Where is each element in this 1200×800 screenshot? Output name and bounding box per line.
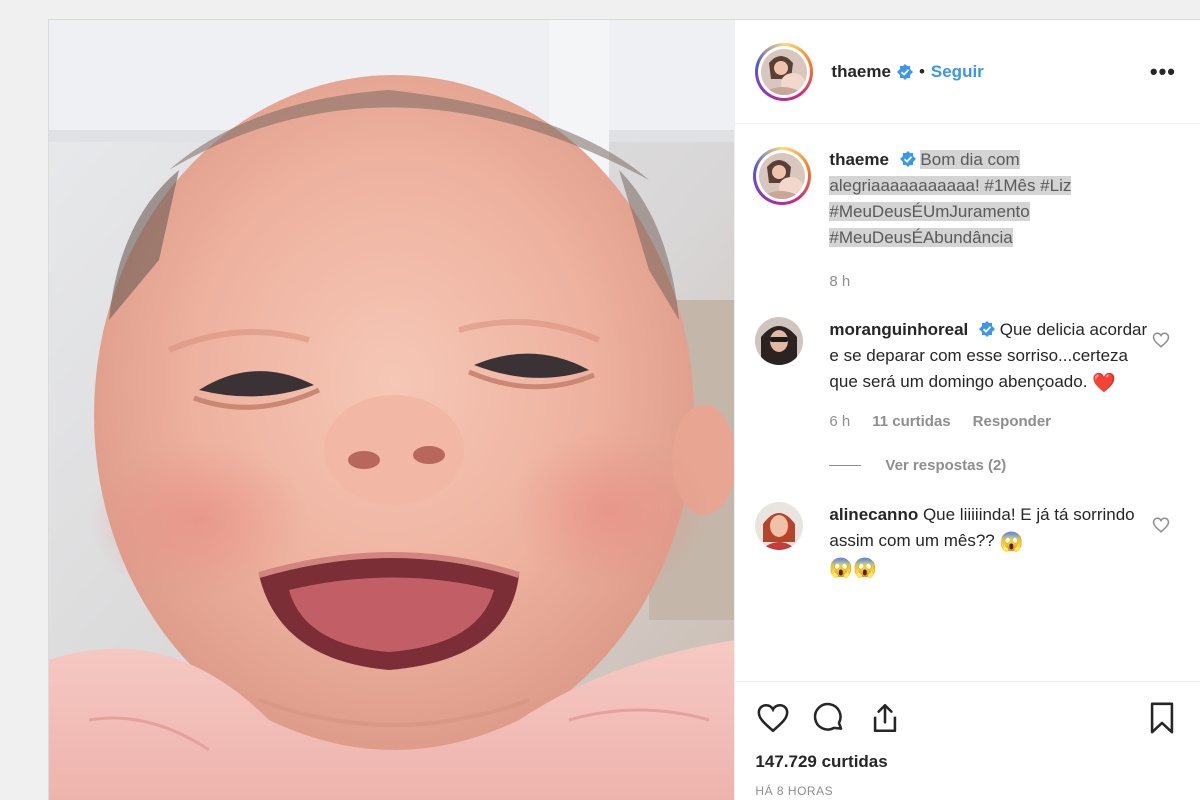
caption-meta: 8 h <box>829 269 1149 295</box>
caption-avatar <box>759 153 806 199</box>
action-icons-row <box>755 698 1180 738</box>
author-avatar-image <box>761 48 808 95</box>
avatar-ring-inner <box>758 45 811 98</box>
caption-age: 8 h <box>829 273 851 290</box>
comment-like-heart-icon[interactable] <box>1152 331 1170 349</box>
comment-icon[interactable] <box>811 700 847 736</box>
comment-username[interactable]: alinecanno <box>829 505 918 524</box>
post-modal: thaeme • Seguir ••• thaeme Bom dia com a… <box>48 19 1200 800</box>
comment-likes[interactable]: 11 curtidas <box>872 409 950 435</box>
comment-item: moranguinhoreal Que delicia acordar e se… <box>755 317 1180 435</box>
post-header: thaeme • Seguir ••• <box>735 20 1200 124</box>
comment-body: moranguinhoreal Que delicia acordar e se… <box>829 317 1149 435</box>
post-side-panel: thaeme • Seguir ••• thaeme Bom dia com a… <box>734 20 1200 800</box>
baby-photo-illustration <box>49 20 735 800</box>
comment-meta: 6 h 11 curtidas Responder <box>829 409 1149 435</box>
comments-list[interactable]: thaeme Bom dia com alegriaaaaaaaaaaa! #1… <box>735 125 1200 681</box>
comment-avatar[interactable] <box>755 317 804 365</box>
caption-avatar-ring-inner <box>756 150 809 202</box>
author-avatar-story-ring[interactable] <box>755 42 814 101</box>
caption-avatar-ring[interactable] <box>753 147 812 205</box>
comment-body: alinecanno Que liiiiinda! E já tá sorrin… <box>829 502 1149 594</box>
page-background: thaeme • Seguir ••• thaeme Bom dia com a… <box>0 0 1200 800</box>
post-photo[interactable] <box>49 20 735 800</box>
comment-age: 6 h <box>829 413 851 430</box>
comment-like-heart-icon[interactable] <box>1152 516 1170 534</box>
likes-count[interactable]: 147.729 curtidas <box>755 752 1180 772</box>
more-options-icon[interactable]: ••• <box>1150 59 1180 85</box>
caption-body: thaeme Bom dia com alegriaaaaaaaaaaa! #1… <box>829 147 1149 295</box>
view-replies-button[interactable]: Ver respostas (2) <box>829 457 1180 474</box>
caption-row: thaeme Bom dia com alegriaaaaaaaaaaa! #1… <box>753 147 1180 295</box>
reply-button[interactable]: Responder <box>973 409 1051 435</box>
post-actions-section: 147.729 curtidas HÁ 8 HORAS <box>735 681 1200 800</box>
comment-item: alinecanno Que liiiiinda! E já tá sorrin… <box>755 502 1180 594</box>
replies-divider-line <box>829 465 862 466</box>
red-heart-emoji: ❤️ <box>1092 373 1116 394</box>
view-replies-label: Ver respostas (2) <box>885 457 1007 474</box>
author-username[interactable]: thaeme <box>831 62 891 82</box>
commenter-avatar-image <box>755 317 804 365</box>
bookmark-icon[interactable] <box>1144 700 1180 736</box>
separator-dot: • <box>918 61 925 81</box>
verified-badge-icon <box>896 63 913 80</box>
comment-username[interactable]: moranguinhoreal <box>829 320 968 339</box>
screaming-face-emoji-pair: 😱😱 <box>829 558 877 579</box>
caption-username[interactable]: thaeme <box>829 150 889 169</box>
share-icon[interactable] <box>867 700 903 736</box>
verified-badge-icon <box>899 151 916 167</box>
caption-avatar-image <box>759 153 806 199</box>
verified-badge-icon <box>979 321 995 337</box>
commenter-avatar-image <box>755 502 804 550</box>
heart-icon[interactable] <box>755 700 791 736</box>
post-timestamp: HÁ 8 HORAS <box>755 784 834 798</box>
author-avatar <box>761 48 808 95</box>
comment-avatar[interactable] <box>755 502 804 550</box>
screaming-face-emoji: 😱 <box>999 532 1024 553</box>
follow-button[interactable]: Seguir <box>931 62 984 82</box>
